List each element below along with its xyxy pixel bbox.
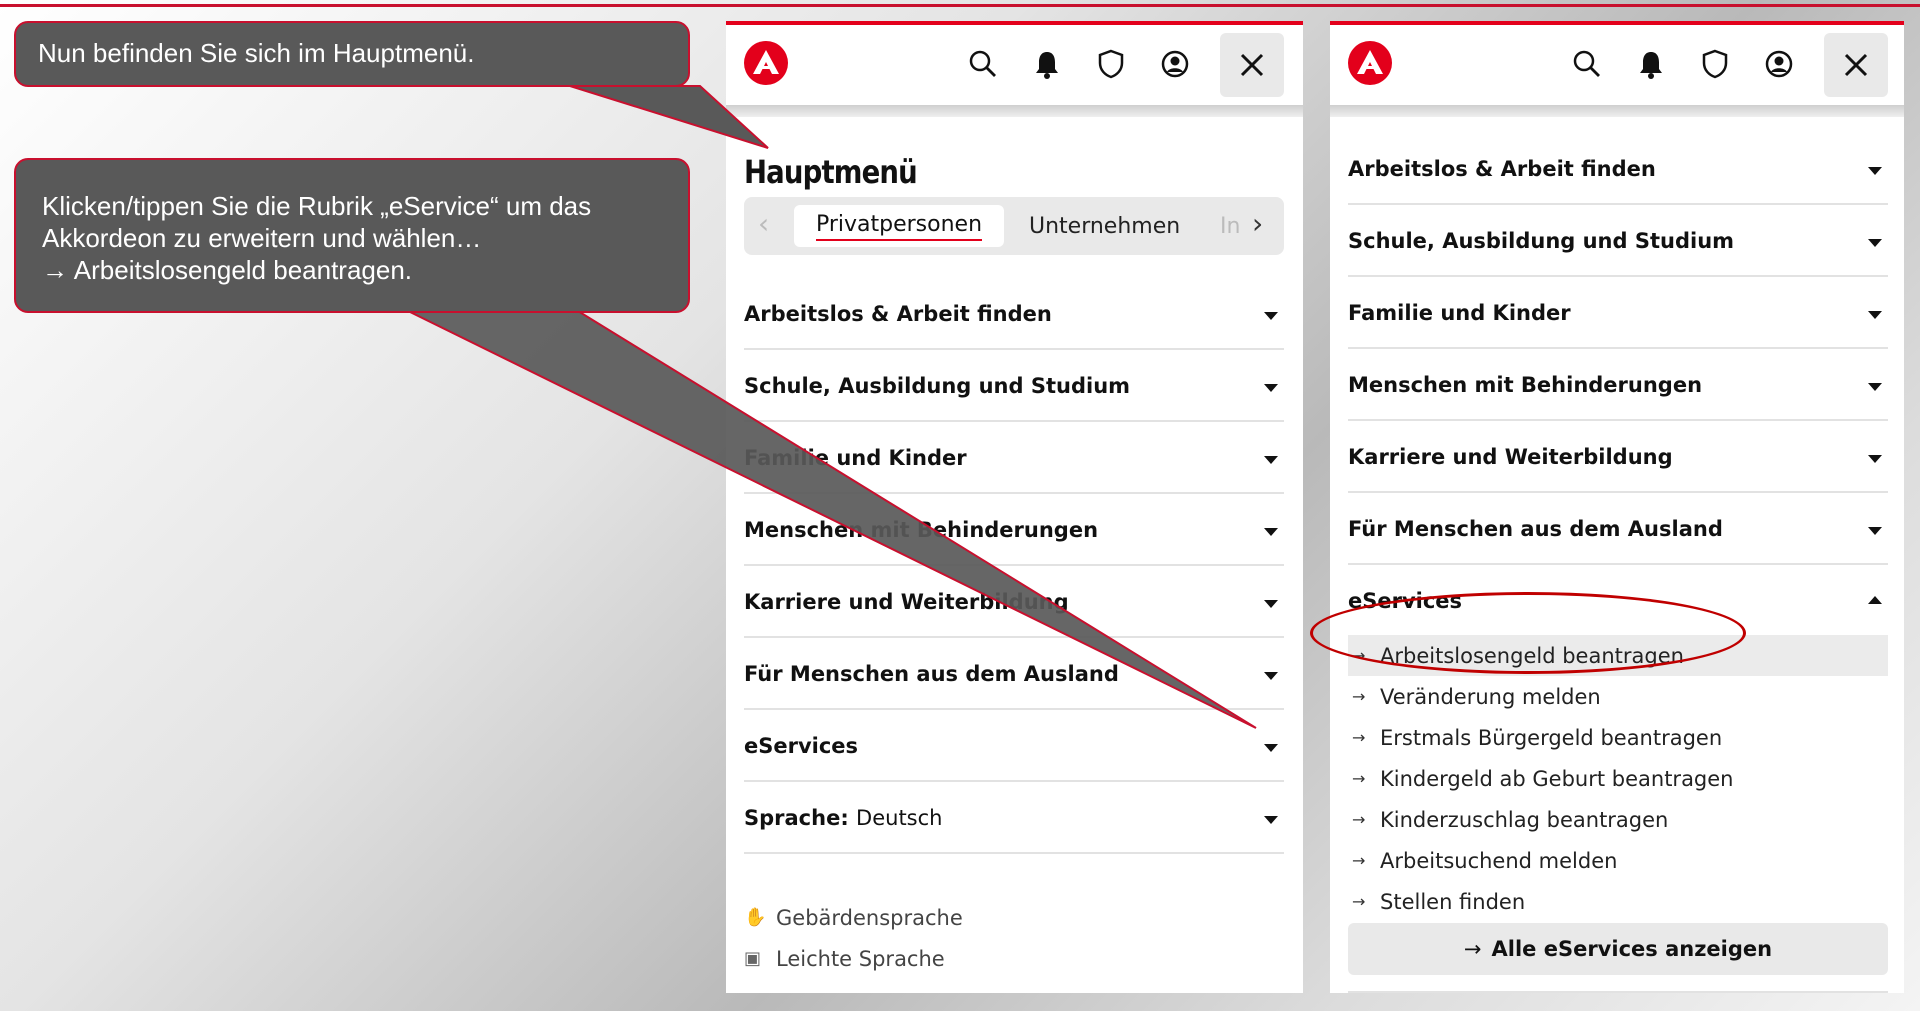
chevron-up-icon	[1868, 596, 1882, 604]
chevron-down-icon	[1868, 455, 1882, 463]
menu-item-eservices[interactable]: eServices	[744, 710, 1284, 782]
top-accent-line	[0, 4, 1920, 7]
menu-item[interactable]: Karriere und Weiterbildung	[744, 566, 1284, 638]
chevron-down-icon	[1868, 383, 1882, 391]
chevron-down-icon	[1264, 744, 1278, 752]
submenu-item[interactable]: → Stellen finden	[1348, 881, 1888, 922]
arrow-right-icon: →	[1352, 687, 1366, 706]
all-eservices-button[interactable]: → Alle eServices anzeigen	[1348, 923, 1888, 975]
menu-item[interactable]: Familie und Kinder	[744, 422, 1284, 494]
language-label: Sprache:	[744, 806, 849, 830]
chevron-down-icon	[1264, 456, 1278, 464]
callout-main-menu: Nun befinden Sie sich im Hauptmenü.	[14, 21, 690, 87]
tab-privatpersonen[interactable]: Privatpersonen	[794, 205, 1004, 247]
phone-panel-eservices-expanded: Arbeitslos & Arbeit finden Schule, Ausbi…	[1330, 21, 1904, 993]
menu-item[interactable]: Arbeitslos & Arbeit finden	[1348, 133, 1888, 205]
close-button[interactable]	[1220, 33, 1284, 97]
app-header	[726, 25, 1303, 105]
submenu-item[interactable]: → Kindergeld ab Geburt beantragen	[1348, 758, 1888, 799]
submenu-item[interactable]: → Kinderzuschlag beantragen	[1348, 799, 1888, 840]
submenu-item[interactable]: → Arbeitsuchend melden	[1348, 840, 1888, 881]
arrow-right-icon: →	[1352, 646, 1366, 665]
close-icon	[1844, 53, 1868, 77]
chevron-down-icon	[1264, 816, 1278, 824]
submenu-item-arbeitslosengeld[interactable]: → Arbeitslosengeld beantragen	[1348, 635, 1888, 676]
submenu-item[interactable]: → Erstmals Bürgergeld beantragen	[1348, 717, 1888, 758]
book-icon: ▣	[744, 948, 762, 969]
link-gebaerdensprache[interactable]: ✋ Gebärdensprache	[744, 897, 963, 938]
menu-item[interactable]: Menschen mit Behinderungen	[744, 494, 1284, 566]
tab-partial[interactable]: In	[1220, 214, 1240, 239]
arrow-right-icon: →	[1352, 892, 1366, 911]
arrow-right-icon: →	[1352, 728, 1366, 747]
header-shadow	[726, 105, 1303, 117]
shield-icon[interactable]	[1696, 45, 1734, 83]
arrow-right-icon: →	[1352, 810, 1366, 829]
chevron-down-icon	[1868, 311, 1882, 319]
language-select[interactable]: Sprache: Deutsch	[744, 782, 1284, 854]
main-menu-list: Arbeitslos & Arbeit finden Schule, Ausbi…	[744, 278, 1284, 854]
chevron-down-icon	[1264, 312, 1278, 320]
shield-icon[interactable]	[1092, 45, 1130, 83]
menu-item[interactable]: Familie und Kinder	[1348, 277, 1888, 349]
main-menu-list: Arbeitslos & Arbeit finden Schule, Ausbi…	[1348, 133, 1888, 637]
header-shadow	[1330, 105, 1904, 117]
arrow-right-icon: →	[1352, 769, 1366, 788]
tab-next-icon[interactable]: ›	[1252, 207, 1263, 240]
chevron-down-icon	[1868, 527, 1882, 535]
logo-icon[interactable]	[744, 41, 788, 85]
menu-item-eservices-expanded[interactable]: eServices	[1348, 565, 1888, 637]
bell-icon[interactable]	[1028, 45, 1066, 83]
menu-item[interactable]: Für Menschen aus dem Ausland	[744, 638, 1284, 710]
chevron-down-icon	[1264, 600, 1278, 608]
arrow-right-icon: →	[1352, 851, 1366, 870]
divider	[1348, 991, 1888, 993]
phone-panel-main-menu: Hauptmenü ‹ Privatpersonen Unternehmen I…	[726, 21, 1303, 993]
chevron-down-icon	[1264, 672, 1278, 680]
close-icon	[1240, 53, 1264, 77]
menu-item[interactable]: Für Menschen aus dem Ausland	[1348, 493, 1888, 565]
chevron-down-icon	[1264, 384, 1278, 392]
chevron-down-icon	[1264, 528, 1278, 536]
user-icon[interactable]	[1156, 45, 1194, 83]
arrow-right-icon: →	[1463, 937, 1482, 961]
menu-item[interactable]: Arbeitslos & Arbeit finden	[744, 278, 1284, 350]
footer-links: ✋ Gebärdensprache ▣ Leichte Sprache	[744, 897, 963, 979]
menu-item[interactable]: Menschen mit Behinderungen	[1348, 349, 1888, 421]
callout-eservice-instruction: Klicken/tippen Sie die Rubrik „eService“…	[14, 158, 690, 313]
search-icon[interactable]	[1568, 45, 1606, 83]
tab-prev-icon[interactable]: ‹	[758, 207, 769, 240]
menu-item[interactable]: Karriere und Weiterbildung	[1348, 421, 1888, 493]
app-header	[1330, 25, 1904, 105]
tab-unternehmen[interactable]: Unternehmen	[1029, 214, 1180, 239]
page-title: Hauptmenü	[744, 153, 918, 191]
menu-item[interactable]: Schule, Ausbildung und Studium	[744, 350, 1284, 422]
hand-icon: ✋	[744, 907, 767, 928]
submenu-item[interactable]: → Veränderung melden	[1348, 676, 1888, 717]
chevron-down-icon	[1868, 239, 1882, 247]
link-leichte-sprache[interactable]: ▣ Leichte Sprache	[744, 938, 963, 979]
menu-item[interactable]: Schule, Ausbildung und Studium	[1348, 205, 1888, 277]
eservices-submenu: → Arbeitslosengeld beantragen → Veränderun…	[1348, 635, 1888, 922]
language-value: Deutsch	[856, 806, 943, 830]
bell-icon[interactable]	[1632, 45, 1670, 83]
close-button[interactable]	[1824, 33, 1888, 97]
audience-tabs: ‹ Privatpersonen Unternehmen In ›	[744, 197, 1284, 255]
search-icon[interactable]	[964, 45, 1002, 83]
logo-icon[interactable]	[1348, 41, 1392, 85]
user-icon[interactable]	[1760, 45, 1798, 83]
chevron-down-icon	[1868, 167, 1882, 175]
